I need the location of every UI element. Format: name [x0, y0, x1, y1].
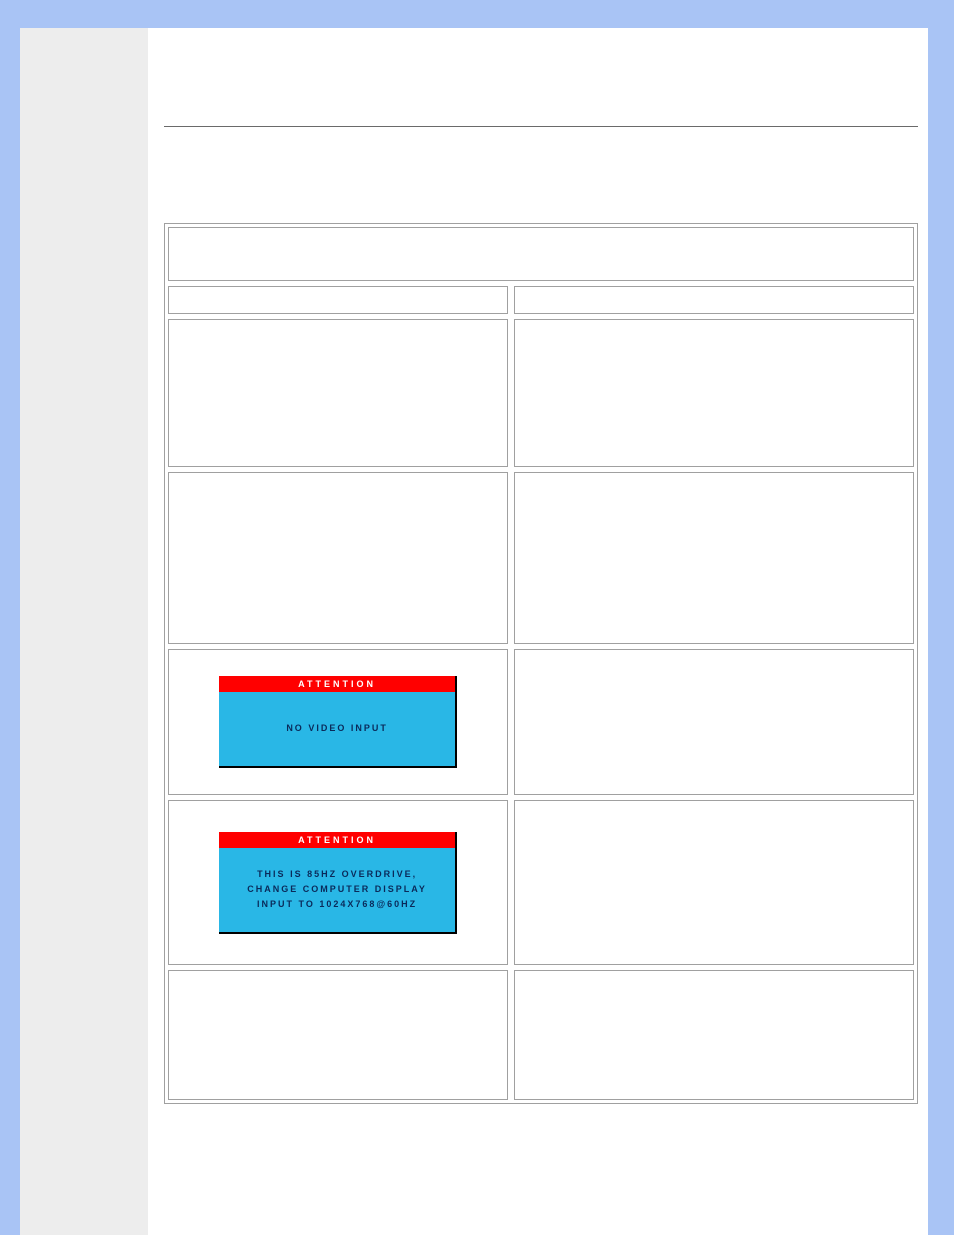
title-area [164, 66, 918, 126]
table-row [168, 970, 508, 1100]
table-row [514, 970, 914, 1100]
osd-attention-bar: ATTENTION [219, 676, 455, 692]
osd-line: CHANGE COMPUTER DISPLAY [247, 882, 427, 897]
table-row [514, 319, 914, 467]
prelude-text [164, 143, 918, 223]
osd-message-no-video: ATTENTION NO VIDEO INPUT [219, 676, 457, 768]
scrollbar[interactable] [928, 28, 934, 1235]
osd-message-body: THIS IS 85HZ OVERDRIVE, CHANGE COMPUTER … [219, 848, 455, 932]
osd-message-overdrive: ATTENTION THIS IS 85HZ OVERDRIVE, CHANGE… [219, 832, 457, 934]
page: ATTENTION NO VIDEO INPUT ATTENTION THIS … [20, 28, 934, 1235]
table-row [514, 800, 914, 965]
table-header-row [168, 227, 914, 281]
table-row [168, 319, 508, 467]
sidebar [20, 28, 148, 1235]
table-row [514, 649, 914, 795]
troubleshooting-table: ATTENTION NO VIDEO INPUT ATTENTION THIS … [164, 223, 918, 1104]
osd-message-body: NO VIDEO INPUT [219, 692, 455, 766]
table-subheader-right [514, 286, 914, 314]
osd-line: INPUT TO 1024X768@60HZ [257, 897, 417, 912]
table-subheader-left [168, 286, 508, 314]
osd-line: NO VIDEO INPUT [286, 721, 388, 736]
osd-line: THIS IS 85HZ OVERDRIVE, [257, 867, 417, 882]
table-row [168, 472, 508, 644]
divider [164, 126, 918, 127]
table-row [514, 472, 914, 644]
table-row-with-image: ATTENTION NO VIDEO INPUT [168, 649, 508, 795]
osd-attention-bar: ATTENTION [219, 832, 455, 848]
table-row-with-image: ATTENTION THIS IS 85HZ OVERDRIVE, CHANGE… [168, 800, 508, 965]
content-area: ATTENTION NO VIDEO INPUT ATTENTION THIS … [148, 28, 934, 1235]
